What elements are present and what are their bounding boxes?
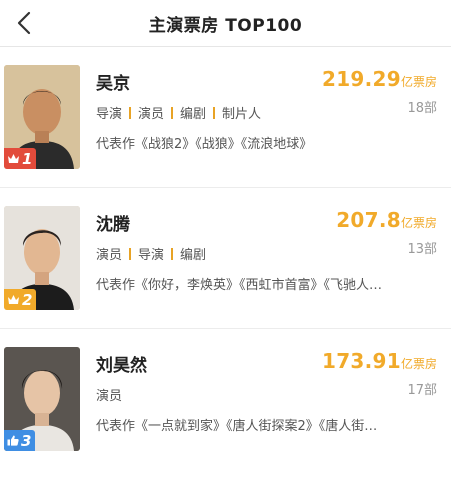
thumbs-up-icon: [7, 435, 19, 446]
crown-icon: [8, 295, 19, 304]
role-label: 演员: [96, 389, 123, 404]
actor-photo: 1: [4, 65, 80, 169]
representative-works: 代表作《你好，李焕英》《西虹市首富》《飞驰人…: [96, 278, 383, 293]
actor-name: 沈腾: [96, 215, 130, 235]
role-separator: [129, 106, 132, 119]
actor-name: 刘昊然: [96, 356, 147, 376]
actor-row[interactable]: 1 吴京 219.29亿票房 18部 导演 演员 编剧 制片人 代表作《战狼2》…: [0, 47, 451, 188]
role-separator: [171, 106, 174, 119]
box-office-value: 173.91: [322, 349, 401, 373]
box-office-unit: 亿票房: [400, 216, 437, 230]
role-label: 演员: [138, 107, 165, 122]
box-office-value: 207.8: [336, 208, 401, 232]
role-separator: [171, 247, 174, 260]
role-separator: [129, 247, 132, 260]
role-label: 编剧: [180, 107, 207, 122]
page-title: 主演票房 TOP100: [148, 15, 303, 36]
rank-badge: 3: [4, 430, 36, 451]
actor-name: 吴京: [96, 74, 130, 94]
actor-list: 1 吴京 219.29亿票房 18部 导演 演员 编剧 制片人 代表作《战狼2》…: [0, 47, 451, 469]
role-label: 编剧: [180, 248, 207, 263]
rank-badge: 1: [4, 148, 37, 169]
actor-row[interactable]: 2 沈腾 207.8亿票房 13部 演员 导演 编剧 代表作《你好，李焕英》《西…: [0, 188, 451, 329]
role-label: 导演: [138, 248, 165, 263]
box-office: 173.91亿票房: [322, 349, 437, 373]
role-separator: [213, 106, 216, 119]
rank-number: 1: [22, 149, 33, 168]
actor-row[interactable]: 3 刘昊然 173.91亿票房 17部 演员 代表作《一点就到家》《唐人街探案2…: [0, 329, 451, 469]
crown-icon: [8, 154, 19, 163]
box-office: 207.8亿票房: [336, 208, 437, 232]
film-count: 17部: [407, 383, 437, 398]
box-office-unit: 亿票房: [400, 357, 437, 371]
role-label: 演员: [96, 248, 123, 263]
actor-roles: 演员: [96, 385, 122, 404]
box-office-unit: 亿票房: [400, 75, 437, 89]
actor-roles: 演员 导演 编剧: [96, 244, 206, 263]
representative-works: 代表作《战狼2》《战狼》《流浪地球》: [96, 137, 313, 152]
back-button[interactable]: [10, 8, 40, 38]
actor-photo: 2: [4, 206, 80, 310]
role-label: 导演: [96, 107, 123, 122]
actor-roles: 导演 演员 编剧 制片人: [96, 103, 261, 122]
rank-number: 2: [22, 290, 33, 309]
film-count: 13部: [407, 242, 437, 257]
chevron-left-icon: [17, 11, 31, 35]
top-bar: 主演票房 TOP100: [0, 0, 451, 47]
rank-number: 3: [21, 431, 32, 450]
film-count: 18部: [407, 101, 437, 116]
rank-badge: 2: [4, 289, 37, 310]
role-label: 制片人: [222, 107, 262, 122]
box-office-value: 219.29: [322, 67, 401, 91]
actor-photo: 3: [4, 347, 80, 451]
box-office: 219.29亿票房: [322, 67, 437, 91]
representative-works: 代表作《一点就到家》《唐人街探案2》《唐人街…: [96, 419, 378, 434]
